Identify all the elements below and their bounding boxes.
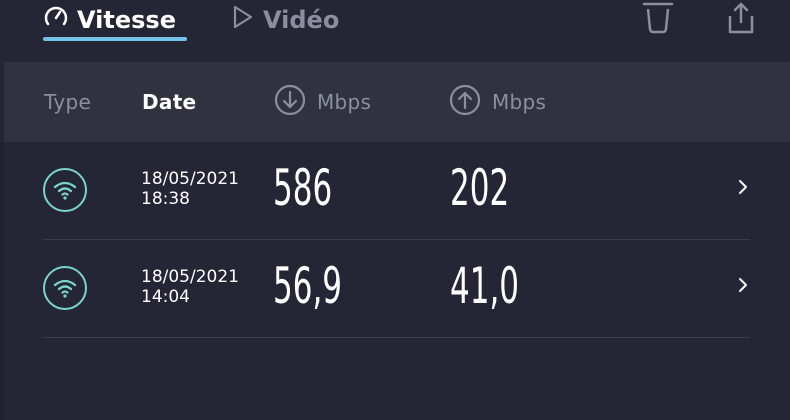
column-type[interactable]: Type: [44, 62, 91, 142]
test-date: 18/05/2021: [141, 169, 239, 189]
tab-speed-label: Vitesse: [77, 6, 176, 34]
top-bar: Vitesse Vidéo: [0, 0, 790, 62]
download-value: 56,9: [273, 257, 343, 315]
upload-value: 202: [450, 159, 510, 217]
test-date: 18/05/2021: [141, 267, 239, 287]
download-arrow-icon: [273, 83, 307, 122]
active-tab-indicator: [43, 37, 187, 41]
share-icon: [725, 0, 757, 40]
test-datetime: 18/05/2021 18:38: [141, 169, 239, 209]
play-icon: [229, 4, 255, 36]
upload-arrow-icon: [448, 83, 482, 122]
tab-speed[interactable]: Vitesse: [43, 0, 176, 40]
upload-value: 41,0: [450, 257, 520, 315]
side-panel-edge: [0, 142, 4, 420]
tab-video[interactable]: Vidéo: [229, 0, 339, 40]
result-row[interactable]: 18/05/2021 14:04 56,9 41,0: [43, 241, 750, 338]
column-download-label: Mbps: [317, 90, 372, 114]
wifi-icon: [43, 168, 87, 212]
result-row[interactable]: 18/05/2021 18:38 586 202: [43, 143, 750, 240]
results-header: Type Date Mbps Mbps: [4, 62, 790, 142]
column-date[interactable]: Date: [142, 62, 196, 142]
chevron-right-icon[interactable]: [737, 177, 749, 201]
column-upload-label: Mbps: [492, 90, 547, 114]
chevron-right-icon[interactable]: [737, 275, 749, 299]
trash-icon: [642, 1, 674, 39]
download-value: 586: [273, 159, 333, 217]
test-datetime: 18/05/2021 14:04: [141, 267, 239, 307]
column-download[interactable]: Mbps: [273, 62, 371, 142]
speedometer-icon: [43, 4, 69, 36]
column-upload[interactable]: Mbps: [448, 62, 546, 142]
test-time: 18:38: [141, 189, 190, 209]
test-time: 14:04: [141, 287, 190, 307]
column-type-label: Type: [44, 90, 92, 114]
share-button[interactable]: [722, 0, 760, 40]
column-date-label: Date: [142, 90, 197, 114]
delete-button[interactable]: [639, 0, 677, 40]
wifi-icon: [43, 266, 87, 310]
tab-video-label: Vidéo: [263, 6, 340, 34]
